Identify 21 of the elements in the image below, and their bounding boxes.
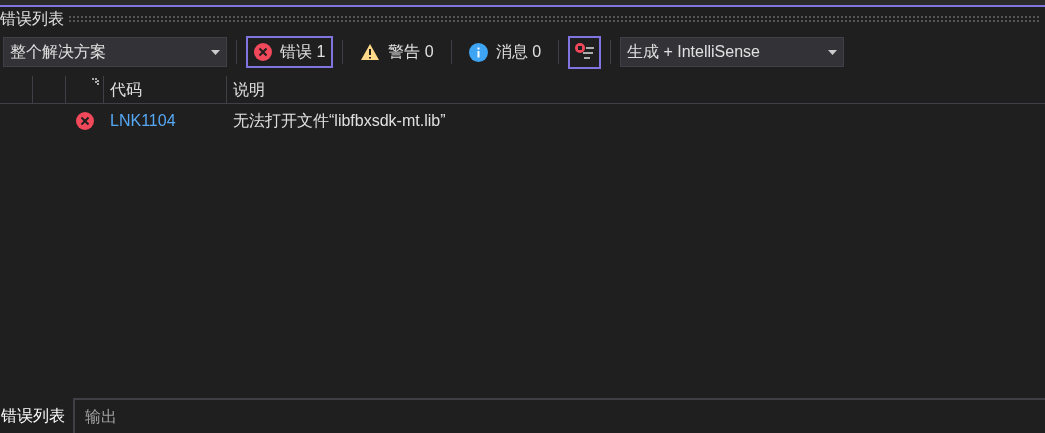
sort-grip-icon [92, 78, 99, 85]
table-cell-text: 无法打开文件“libfbxsdk-mt.lib” [232, 111, 446, 131]
filter-button[interactable]: 消息 0 [460, 36, 550, 68]
info-icon [468, 42, 488, 62]
scope-dropdown[interactable]: 整个解决方案 [3, 37, 227, 67]
caret-icon [211, 49, 220, 55]
warning-icon [360, 43, 381, 61]
caret-icon [828, 49, 838, 55]
source-dropdown[interactable]: 生成 + IntelliSense [620, 37, 845, 67]
error-code-link[interactable]: LNK1104 [104, 109, 227, 133]
filter-list-icon [573, 42, 596, 62]
column-header[interactable]: 说明 [227, 76, 1045, 103]
error-icon [254, 43, 272, 61]
panel-title: 错误列表 [0, 11, 64, 27]
filter-button[interactable]: 警告 0 [352, 36, 442, 68]
filter-toggle-button[interactable] [568, 35, 602, 69]
panel-tab[interactable]: 输出 [75, 400, 125, 433]
error-icon [76, 112, 94, 130]
column-header[interactable]: 代码 [104, 76, 227, 103]
panel-tab[interactable]: 错误列表 [0, 398, 75, 433]
filter-button[interactable]: 错误 1 [246, 36, 334, 68]
